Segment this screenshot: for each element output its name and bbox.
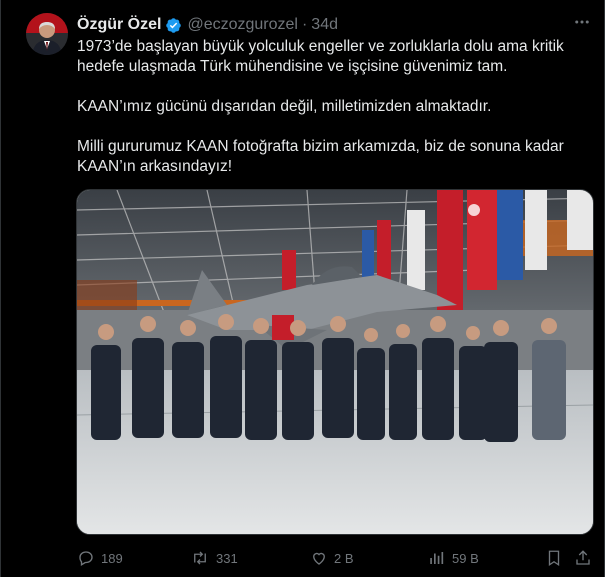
repost-count: 331 [216, 550, 238, 566]
more-icon[interactable] [570, 12, 594, 32]
repost-button[interactable]: 331 [190, 547, 238, 569]
tweet-paragraph-2: KAAN’ımız gücünü dışarıdan değil, millet… [77, 98, 492, 115]
tweet-photo[interactable] [76, 189, 594, 535]
views-icon [428, 549, 446, 567]
like-button[interactable]: 2 B [310, 547, 354, 569]
share-icon [574, 549, 592, 567]
tweet[interactable]: Özgür Özel @eczozgurozel · 34d 1973’de b… [0, 0, 605, 577]
separator-dot: · [301, 16, 308, 33]
share-button[interactable] [574, 547, 592, 569]
reply-count: 189 [101, 550, 123, 566]
verified-icon [165, 17, 182, 34]
tweet-actions: 189 331 2 B 59 B [77, 547, 593, 569]
author-handle[interactable]: @eczozgurozel [187, 16, 298, 34]
tweet-header: Özgür Özel @eczozgurozel · 34d [77, 14, 338, 36]
reply-button[interactable]: 189 [77, 547, 123, 569]
like-icon [310, 549, 328, 567]
repost-icon [190, 549, 210, 567]
tweet-paragraph-3: Milli gururumuz KAAN fotoğrafta bizim ar… [77, 138, 564, 175]
like-count: 2 B [334, 550, 354, 566]
timestamp[interactable]: 34d [311, 16, 338, 34]
views-count: 59 B [452, 550, 479, 566]
reply-icon [77, 549, 95, 567]
avatar[interactable] [26, 13, 68, 55]
tweet-paragraph-1: 1973’de başlayan büyük yolculuk engeller… [77, 38, 564, 75]
bookmark-button[interactable] [545, 547, 563, 569]
bookmark-icon [545, 549, 563, 567]
author-name[interactable]: Özgür Özel [77, 16, 161, 34]
views-button[interactable]: 59 B [428, 547, 479, 569]
tweet-text: 1973’de başlayan büyük yolculuk engeller… [77, 37, 587, 177]
